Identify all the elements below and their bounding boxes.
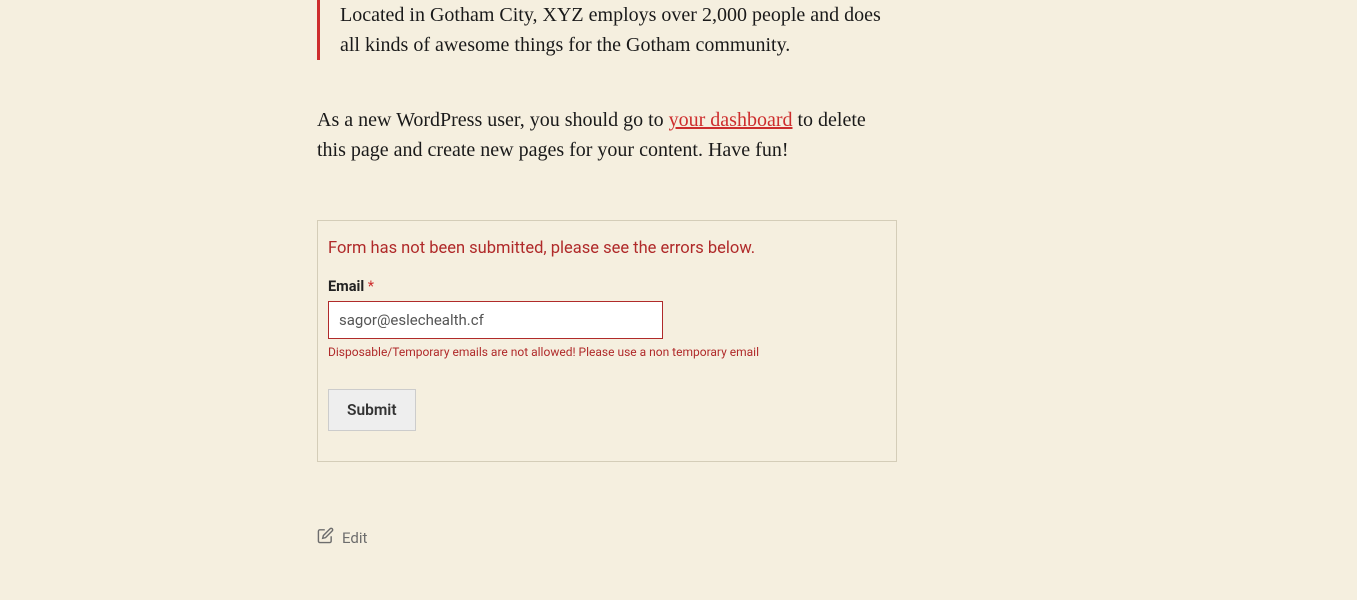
blockquote-text: Located in Gotham City, XYZ employs over… bbox=[340, 0, 897, 60]
form-error-summary: Form has not been submitted, please see … bbox=[328, 239, 886, 258]
edit-icon bbox=[317, 527, 334, 548]
edit-label: Edit bbox=[342, 529, 367, 547]
email-label-text: Email bbox=[328, 278, 364, 295]
intro-paragraph: As a new WordPress user, you should go t… bbox=[317, 105, 897, 165]
email-input[interactable] bbox=[328, 301, 663, 339]
submit-button[interactable]: Submit bbox=[328, 389, 416, 431]
blockquote: Located in Gotham City, XYZ employs over… bbox=[317, 0, 897, 60]
email-field-error: Disposable/Temporary emails are not allo… bbox=[328, 345, 886, 359]
email-label: Email * bbox=[328, 278, 886, 295]
required-mark: * bbox=[368, 278, 374, 295]
edit-link[interactable]: Edit bbox=[317, 527, 367, 548]
email-form: Form has not been submitted, please see … bbox=[317, 220, 897, 462]
dashboard-link[interactable]: your dashboard bbox=[669, 109, 793, 131]
para-before-link: As a new WordPress user, you should go t… bbox=[317, 109, 669, 131]
